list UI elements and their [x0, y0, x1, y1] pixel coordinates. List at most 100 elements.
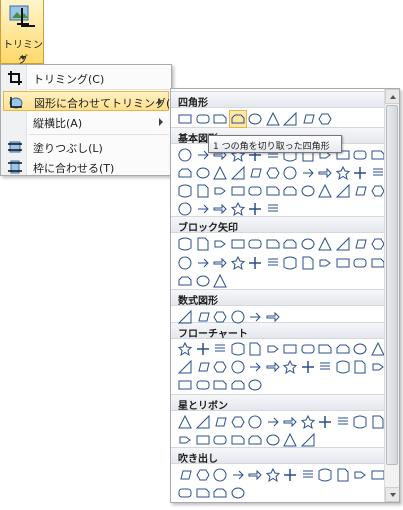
shape-thumbnail[interactable]	[335, 467, 351, 483]
shape-thumbnail[interactable]	[247, 165, 263, 181]
shape-thumbnail[interactable]	[282, 183, 298, 199]
shape-thumbnail[interactable]	[282, 111, 298, 127]
shape-thumbnail[interactable]	[282, 467, 298, 483]
scroll-thumb[interactable]	[386, 105, 398, 465]
shape-thumbnail[interactable]	[230, 432, 246, 448]
shape-thumbnail[interactable]	[247, 236, 263, 252]
shape-thumbnail[interactable]	[352, 183, 368, 199]
shape-thumbnail[interactable]	[247, 414, 263, 430]
shape-thumbnail[interactable]	[177, 359, 193, 375]
shape-thumbnail[interactable]	[177, 273, 193, 289]
shape-thumbnail[interactable]	[230, 201, 246, 217]
shape-thumbnail[interactable]	[230, 414, 246, 430]
shape-thumbnail[interactable]	[300, 165, 316, 181]
shape-thumbnail[interactable]	[212, 165, 228, 181]
shape-thumbnail[interactable]	[265, 255, 281, 271]
shape-thumbnail[interactable]	[265, 309, 281, 325]
shape-thumbnail[interactable]	[177, 485, 193, 501]
shape-thumbnail[interactable]	[177, 414, 193, 430]
shape-thumbnail[interactable]	[247, 309, 263, 325]
shape-thumbnail[interactable]	[300, 467, 316, 483]
shape-thumbnail[interactable]	[300, 111, 316, 127]
shape-thumbnail[interactable]	[230, 309, 246, 325]
shape-thumbnail[interactable]	[212, 201, 228, 217]
shape-thumbnail[interactable]	[177, 111, 193, 127]
shape-thumbnail[interactable]	[212, 183, 228, 199]
shape-thumbnail[interactable]	[300, 359, 316, 375]
shape-thumbnail[interactable]	[212, 255, 228, 271]
menu-item-crop-to-shape[interactable]: 図形に合わせてトリミング(S)	[3, 91, 182, 111]
shape-thumbnail[interactable]	[247, 255, 263, 271]
shape-thumbnail[interactable]	[265, 414, 281, 430]
shape-thumbnail[interactable]	[247, 377, 263, 393]
shape-thumbnail[interactable]	[247, 341, 263, 357]
shape-thumbnail[interactable]	[247, 432, 263, 448]
shape-thumbnail[interactable]	[195, 309, 211, 325]
shape-thumbnail[interactable]	[265, 432, 281, 448]
crop-button[interactable]: トリミング	[0, 0, 44, 66]
shape-thumbnail[interactable]	[177, 432, 193, 448]
shape-thumbnail[interactable]	[177, 309, 193, 325]
shape-thumbnail[interactable]	[230, 377, 246, 393]
shape-thumbnail[interactable]	[195, 467, 211, 483]
shape-thumbnail[interactable]	[212, 359, 228, 375]
shape-thumbnail[interactable]	[317, 255, 333, 271]
menu-item-fill[interactable]: 塗りつぶし(L)	[3, 137, 169, 157]
shape-thumbnail[interactable]	[195, 414, 211, 430]
shape-thumbnail[interactable]	[282, 255, 298, 271]
shape-thumbnail[interactable]	[282, 341, 298, 357]
shape-thumbnail[interactable]	[177, 147, 193, 163]
shape-thumbnail[interactable]	[212, 273, 228, 289]
shape-thumbnail[interactable]	[265, 201, 281, 217]
shape-thumbnail[interactable]	[282, 236, 298, 252]
shape-thumbnail[interactable]	[352, 414, 368, 430]
menu-item-aspect-ratio[interactable]: 縦横比(A)	[3, 112, 169, 132]
shape-thumbnail[interactable]	[352, 359, 368, 375]
shape-thumbnail[interactable]	[230, 359, 246, 375]
shape-thumbnail[interactable]	[265, 467, 281, 483]
shape-thumbnail[interactable]	[300, 236, 316, 252]
shape-thumbnail[interactable]	[335, 359, 351, 375]
shape-thumbnail[interactable]	[335, 165, 351, 181]
shape-thumbnail[interactable]	[265, 183, 281, 199]
shape-thumbnail[interactable]	[177, 236, 193, 252]
shape-thumbnail[interactable]	[230, 165, 246, 181]
shape-thumbnail[interactable]	[195, 377, 211, 393]
shape-thumbnail[interactable]	[352, 147, 368, 163]
shape-thumbnail[interactable]	[228, 110, 247, 128]
shape-thumbnail[interactable]	[177, 183, 193, 199]
shape-thumbnail[interactable]	[212, 414, 228, 430]
scroll-up-button[interactable]	[385, 89, 399, 104]
shape-thumbnail[interactable]	[335, 255, 351, 271]
shape-thumbnail[interactable]	[247, 467, 263, 483]
shape-thumbnail[interactable]	[212, 377, 228, 393]
shape-thumbnail[interactable]	[195, 201, 211, 217]
shape-thumbnail[interactable]	[317, 341, 333, 357]
shape-thumbnail[interactable]	[177, 467, 193, 483]
shape-thumbnail[interactable]	[230, 341, 246, 357]
shape-thumbnail[interactable]	[300, 255, 316, 271]
shape-thumbnail[interactable]	[177, 341, 193, 357]
shape-thumbnail[interactable]	[265, 341, 281, 357]
shape-thumbnail[interactable]	[352, 165, 368, 181]
shape-thumbnail[interactable]	[335, 414, 351, 430]
shape-thumbnail[interactable]	[212, 236, 228, 252]
shape-thumbnail[interactable]	[352, 255, 368, 271]
shape-thumbnail[interactable]	[247, 201, 263, 217]
shape-thumbnail[interactable]	[230, 255, 246, 271]
shape-thumbnail[interactable]	[230, 183, 246, 199]
shape-thumbnail[interactable]	[177, 201, 193, 217]
shape-thumbnail[interactable]	[230, 467, 246, 483]
shape-thumbnail[interactable]	[352, 467, 368, 483]
shape-thumbnail[interactable]	[317, 359, 333, 375]
shape-thumbnail[interactable]	[195, 111, 211, 127]
shape-thumbnail[interactable]	[212, 467, 228, 483]
shape-thumbnail[interactable]	[352, 341, 368, 357]
shape-thumbnail[interactable]	[212, 485, 228, 501]
shape-thumbnail[interactable]	[177, 377, 193, 393]
shape-thumbnail[interactable]	[317, 414, 333, 430]
shape-thumbnail[interactable]	[195, 236, 211, 252]
shape-thumbnail[interactable]	[282, 432, 298, 448]
shape-thumbnail[interactable]	[247, 183, 263, 199]
shape-thumbnail[interactable]	[177, 255, 193, 271]
